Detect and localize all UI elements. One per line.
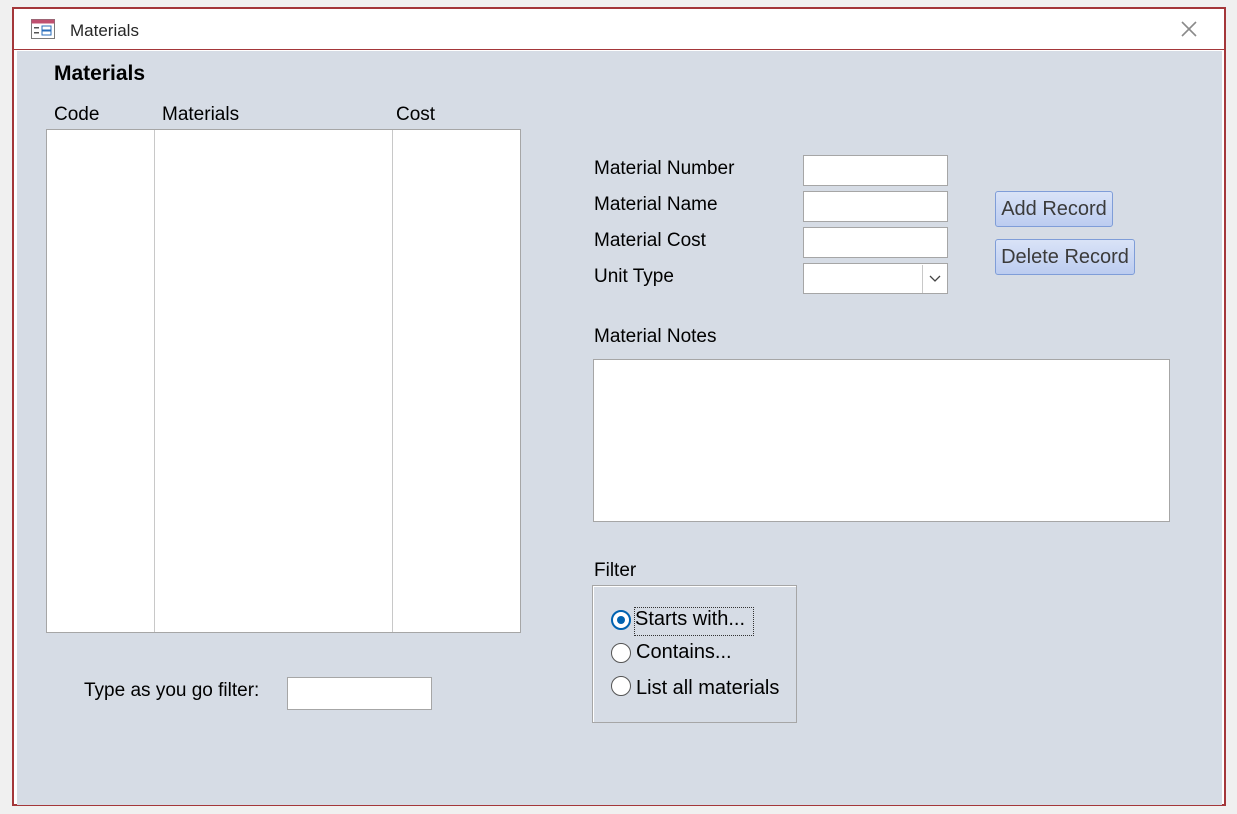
- form-icon: [31, 19, 55, 39]
- type-as-you-go-label: Type as you go filter:: [84, 680, 260, 701]
- title-bar: Materials: [14, 9, 1224, 50]
- materials-list[interactable]: [46, 129, 521, 633]
- column-divider: [154, 130, 155, 632]
- type-as-you-go-input[interactable]: [287, 677, 432, 710]
- filter-option-list-all[interactable]: List all materials: [636, 677, 779, 700]
- filter-option-contains[interactable]: Contains...: [636, 641, 732, 664]
- column-divider: [392, 130, 393, 632]
- filter-option-starts-with[interactable]: Starts with...: [634, 607, 755, 636]
- window-title: Materials: [70, 21, 139, 40]
- delete-record-button[interactable]: Delete Record: [995, 239, 1135, 275]
- unit-type-label: Unit Type: [594, 266, 674, 287]
- filter-radio-contains[interactable]: [611, 643, 631, 663]
- material-notes-field[interactable]: [593, 359, 1170, 522]
- unit-type-combo[interactable]: [803, 263, 948, 294]
- column-header-cost: Cost: [396, 104, 436, 125]
- materials-form: Materials Code Materials Cost Type as yo…: [17, 51, 1222, 805]
- material-cost-field[interactable]: [803, 227, 948, 258]
- material-cost-label: Material Cost: [594, 230, 706, 251]
- column-header-code: Code: [54, 104, 100, 125]
- chevron-down-icon[interactable]: [922, 265, 946, 293]
- filter-option-group: Starts with... Contains... List all mate…: [592, 585, 797, 723]
- materials-window: Materials Materials Code Materials Cost …: [12, 7, 1226, 806]
- material-notes-label: Material Notes: [594, 326, 717, 347]
- material-name-field[interactable]: [803, 191, 948, 222]
- material-number-field[interactable]: [803, 155, 948, 186]
- form-heading: Materials: [54, 62, 146, 85]
- material-name-label: Material Name: [594, 194, 718, 215]
- filter-radio-list-all[interactable]: [611, 676, 631, 696]
- filter-label: Filter: [594, 560, 637, 581]
- material-number-label: Material Number: [594, 158, 735, 179]
- column-header-materials: Materials: [162, 104, 240, 125]
- close-icon[interactable]: [1178, 18, 1200, 40]
- filter-radio-starts-with[interactable]: [611, 610, 631, 630]
- add-record-button[interactable]: Add Record: [995, 191, 1113, 227]
